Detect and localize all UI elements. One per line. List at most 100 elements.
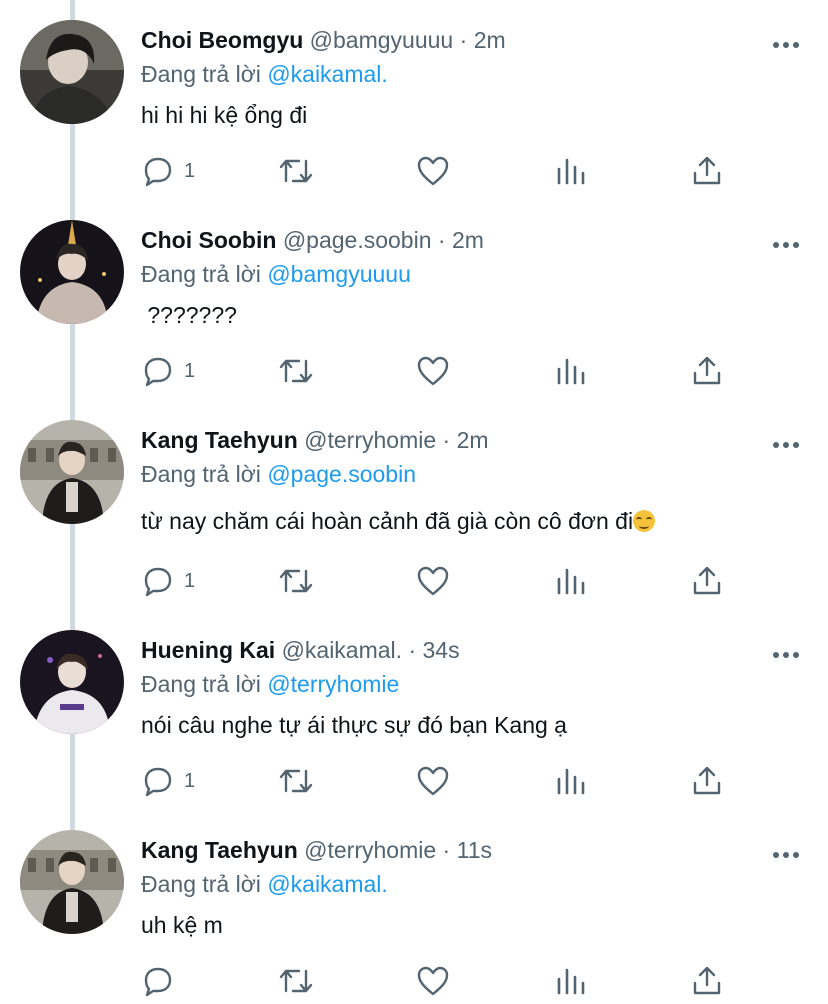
share-upload-icon [693, 356, 721, 385]
timestamp[interactable]: 34s [423, 637, 460, 663]
replying-to: Đang trả lời @kaikamal. [141, 870, 388, 898]
retweet-button[interactable] [277, 962, 315, 1000]
tweet[interactable]: Kang Taehyun @terryhomie · 11s Đang trả … [0, 810, 828, 1004]
retweet-button[interactable] [277, 352, 315, 390]
retweet-button[interactable] [277, 152, 315, 190]
views-button[interactable] [555, 762, 587, 800]
replying-to: Đang trả lời @kaikamal. [141, 60, 388, 88]
speech-bubble-icon [144, 157, 172, 187]
tweet[interactable]: Choi Soobin @page.soobin · 2m Đang trả l… [0, 200, 828, 400]
replying-to: Đang trả lời @bamgyuuuu [141, 260, 411, 288]
speech-bubble-icon [144, 767, 172, 797]
share-button[interactable] [691, 152, 723, 190]
replying-to-label: Đang trả lời [141, 671, 261, 697]
tweet-text: nói câu nghe tự ái thực sự đó bạn Kang ạ [141, 712, 567, 738]
display-name[interactable]: Kang Taehyun [141, 837, 298, 863]
display-name[interactable]: Choi Soobin [141, 227, 276, 253]
mention-link[interactable]: @kaikamal. [267, 871, 388, 897]
like-button[interactable] [415, 152, 451, 190]
mention-link[interactable]: @kaikamal. [267, 61, 388, 87]
timestamp[interactable]: 2m [457, 427, 489, 453]
timestamp[interactable]: 2m [452, 227, 484, 253]
mention-link[interactable]: @page.soobin [267, 461, 416, 487]
tweet[interactable]: Kang Taehyun @terryhomie · 2m Đang trả l… [0, 400, 828, 610]
tweet[interactable]: Choi Beomgyu @bamgyuuuu · 2m Đang trả lờ… [0, 0, 828, 200]
reply-button[interactable]: 1 [141, 352, 195, 390]
speech-bubble-icon [144, 357, 172, 387]
ellipsis-icon [773, 442, 799, 448]
tweet-header: Choi Soobin @page.soobin · 2m [141, 226, 484, 254]
share-button[interactable] [691, 562, 723, 600]
action-bar: 1 [141, 152, 741, 192]
avatar[interactable] [20, 20, 124, 124]
like-button[interactable] [415, 762, 451, 800]
share-button[interactable] [691, 762, 723, 800]
action-bar: 1 [141, 352, 741, 392]
retweet-icon [279, 569, 313, 593]
user-handle[interactable]: @terryhomie [304, 427, 436, 453]
timestamp[interactable]: 11s [457, 837, 492, 863]
more-options-button[interactable] [772, 846, 800, 858]
reply-count: 1 [184, 159, 196, 182]
replying-to-label: Đang trả lời [141, 461, 261, 487]
reply-button[interactable] [141, 962, 175, 1000]
mention-link[interactable]: @terryhomie [267, 671, 399, 697]
share-button[interactable] [691, 352, 723, 390]
separator-dot: · [459, 27, 468, 53]
tweet-text: từ nay chăm cái hoàn cảnh đã già còn cô … [141, 506, 656, 536]
bar-chart-icon [557, 568, 585, 595]
reply-button[interactable]: 1 [141, 152, 195, 190]
reply-button[interactable]: 1 [141, 762, 195, 800]
share-upload-icon [693, 966, 721, 995]
like-button[interactable] [415, 962, 451, 1000]
display-name[interactable]: Choi Beomgyu [141, 27, 303, 53]
avatar[interactable] [20, 220, 124, 324]
user-handle[interactable]: @kaikamal. [282, 637, 403, 663]
replying-to-label: Đang trả lời [141, 61, 261, 87]
speech-bubble-icon [144, 567, 172, 597]
avatar[interactable] [20, 420, 124, 524]
reply-count: 1 [184, 569, 196, 592]
user-handle[interactable]: @bamgyuuuu [310, 27, 454, 53]
user-handle[interactable]: @page.soobin [283, 227, 432, 253]
views-button[interactable] [555, 152, 587, 190]
share-button[interactable] [691, 962, 723, 1000]
tweet-header: Choi Beomgyu @bamgyuuuu · 2m [141, 26, 506, 54]
tweet-text: hi hi hi kệ ổng đi [141, 102, 308, 128]
avatar[interactable] [20, 830, 124, 934]
views-button[interactable] [555, 352, 587, 390]
more-options-button[interactable] [772, 36, 800, 48]
heart-icon [417, 966, 449, 996]
tweet-header: Huening Kai @kaikamal. · 34s [141, 636, 460, 664]
mention-link[interactable]: @bamgyuuuu [267, 261, 411, 287]
tweet-text: ??????? [141, 302, 237, 328]
separator-dot: · [408, 637, 417, 663]
like-button[interactable] [415, 562, 451, 600]
heart-icon [417, 156, 449, 186]
share-upload-icon [693, 566, 721, 595]
display-name[interactable]: Kang Taehyun [141, 427, 298, 453]
views-button[interactable] [555, 562, 587, 600]
retweet-icon [279, 159, 313, 183]
timestamp[interactable]: 2m [474, 27, 506, 53]
separator-dot: · [442, 427, 451, 453]
user-handle[interactable]: @terryhomie [304, 837, 436, 863]
heart-icon [417, 766, 449, 796]
avatar[interactable] [20, 630, 124, 734]
tweet-header: Kang Taehyun @terryhomie · 11s [141, 836, 492, 864]
display-name[interactable]: Huening Kai [141, 637, 275, 663]
views-button[interactable] [555, 962, 587, 1000]
retweet-button[interactable] [277, 562, 315, 600]
reply-button[interactable]: 1 [141, 562, 195, 600]
replying-to-label: Đang trả lời [141, 261, 261, 287]
more-options-button[interactable] [772, 236, 800, 248]
ellipsis-icon [773, 852, 799, 858]
share-upload-icon [693, 766, 721, 795]
tweet-text: uh kệ m [141, 912, 223, 938]
more-options-button[interactable] [772, 646, 800, 658]
like-button[interactable] [415, 352, 451, 390]
ellipsis-icon [773, 652, 799, 658]
retweet-button[interactable] [277, 762, 315, 800]
tweet[interactable]: Huening Kai @kaikamal. · 34s Đang trả lờ… [0, 610, 828, 810]
more-options-button[interactable] [772, 436, 800, 448]
